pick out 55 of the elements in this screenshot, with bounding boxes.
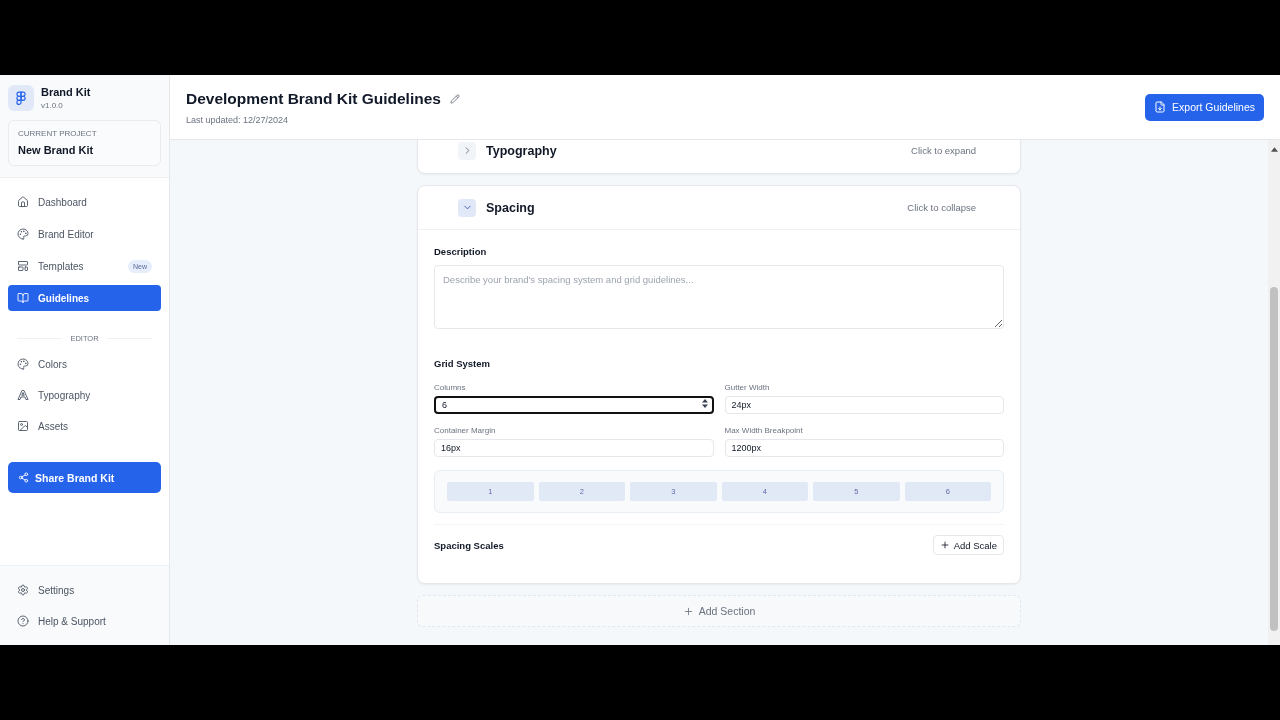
sidebar-item[interactable]: Help & Support bbox=[8, 608, 161, 634]
scrollbar[interactable] bbox=[1268, 140, 1280, 645]
edit-button[interactable] bbox=[449, 93, 460, 104]
sidebar-item[interactable]: Settings bbox=[8, 577, 161, 603]
scroll-up-icon[interactable] bbox=[1270, 147, 1278, 152]
sidebar-item[interactable]: Guidelines bbox=[8, 285, 161, 311]
image-icon bbox=[17, 420, 29, 432]
section-hint: Click to collapse bbox=[907, 202, 976, 213]
add-section-button[interactable]: Add Section bbox=[417, 595, 1021, 627]
sidebar-item[interactable]: Typography bbox=[8, 382, 161, 408]
project-name: New Brand Kit bbox=[18, 144, 95, 156]
field-label: Container Margin bbox=[434, 426, 497, 435]
palette-icon bbox=[17, 228, 29, 240]
file-icon bbox=[1154, 101, 1167, 113]
book-icon bbox=[17, 292, 29, 304]
project-label: CURRENT PROJECT bbox=[18, 129, 98, 138]
section-header[interactable]: Typography Click to expand bbox=[418, 140, 1020, 173]
field-label: Max Width Breakpoint bbox=[724, 426, 804, 435]
add-scale-button[interactable]: Add Scale bbox=[932, 535, 1004, 555]
scrollbar-thumb[interactable] bbox=[1270, 287, 1278, 631]
sidebar-item[interactable]: Brand Editor bbox=[8, 221, 161, 247]
sidebar-item[interactable]: Colors bbox=[8, 351, 161, 377]
field-label: Description bbox=[434, 246, 488, 257]
text-input[interactable]: 24px bbox=[724, 396, 1004, 414]
sidebar-item[interactable]: Assets bbox=[8, 413, 161, 439]
number-input[interactable]: 6 bbox=[434, 396, 714, 414]
logo-icon bbox=[8, 85, 34, 111]
export-button[interactable]: Export Guidelines bbox=[1145, 93, 1264, 121]
settings-icon bbox=[17, 584, 29, 596]
plus-icon bbox=[682, 605, 694, 617]
help-icon bbox=[17, 615, 29, 627]
project-card[interactable]: CURRENT PROJECT New Brand Kit bbox=[8, 120, 161, 166]
subsection-title: Spacing Scales bbox=[434, 539, 504, 551]
app-name: Brand Kit bbox=[41, 86, 91, 98]
palette-icon bbox=[17, 358, 29, 370]
text-input[interactable]: 16px bbox=[434, 439, 714, 457]
page-title: Development Brand Kit Guidelines bbox=[186, 89, 441, 108]
field-label: Columns bbox=[434, 383, 467, 392]
font-icon bbox=[17, 389, 29, 401]
spinner-icon[interactable] bbox=[701, 399, 708, 408]
field-label: Gutter Width bbox=[724, 383, 771, 392]
app-version: v1.0.0 bbox=[41, 101, 64, 110]
description-field[interactable]: Describe your brand's spacing system and grid guidelines... bbox=[434, 265, 1004, 329]
sidebar-item[interactable]: Dashboard bbox=[8, 189, 161, 215]
section-hint: Click to expand bbox=[911, 145, 976, 156]
text-input[interactable]: 1200px bbox=[724, 439, 1004, 457]
layout-icon bbox=[17, 260, 29, 272]
pencil-icon bbox=[449, 93, 460, 104]
plus-icon bbox=[939, 540, 950, 550]
section-header[interactable]: Spacing Click to collapse bbox=[418, 186, 1020, 230]
share-icon bbox=[18, 472, 29, 483]
last-updated: Last updated: 12/27/2024 bbox=[186, 114, 290, 125]
share-button[interactable]: Share Brand Kit bbox=[8, 462, 161, 493]
home-icon bbox=[17, 196, 29, 208]
subsection-title: Grid System bbox=[434, 358, 491, 369]
